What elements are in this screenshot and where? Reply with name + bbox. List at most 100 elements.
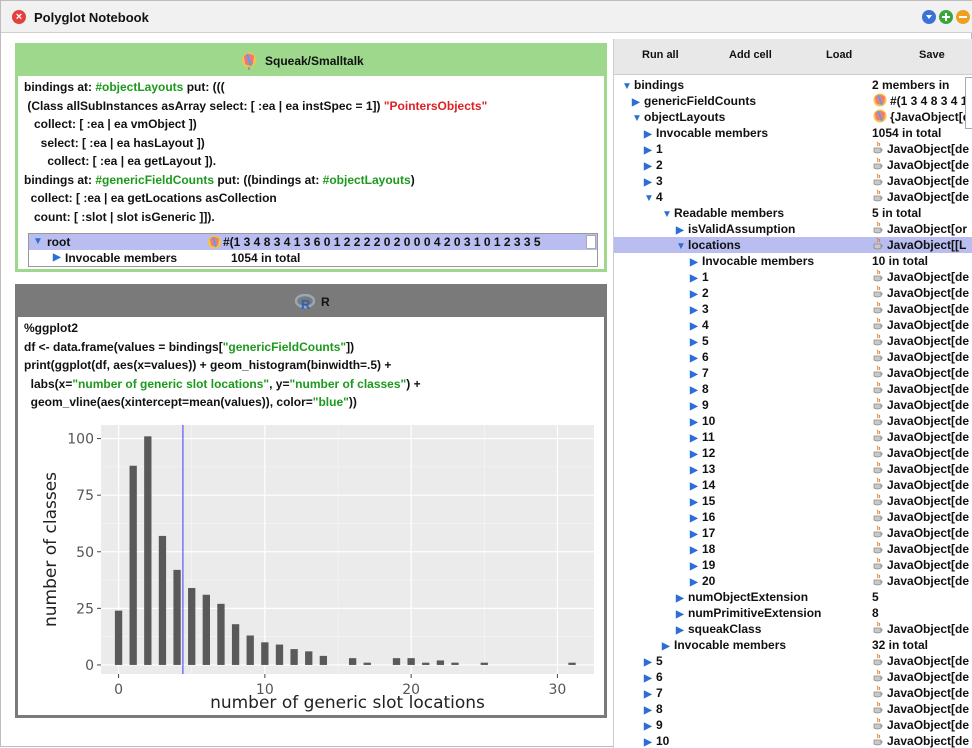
- histogram-bar: [348, 658, 357, 665]
- tree-row[interactable]: ▶ 10 JavaObject[de: [614, 733, 972, 748]
- y-tick-label: 100: [67, 432, 94, 448]
- tree-node-value-text: JavaObject[or: [887, 222, 968, 236]
- tree-node-value-text: JavaObject[de: [887, 286, 970, 300]
- tree-row[interactable]: ▶ Invocable members 32 in total: [614, 637, 972, 653]
- tree-row[interactable]: ▶ Invocable members 10 in total: [614, 253, 972, 269]
- tree-row[interactable]: ▶ numObjectExtension 5: [614, 589, 972, 605]
- tree-node-text: isValidAssumption: [688, 222, 796, 236]
- tree-row[interactable]: ▶ 5 JavaObject[de: [614, 653, 972, 669]
- result-inspector[interactable]: ▼ root #(1 3 4 8 3 4 1 3 6 0 1 2 2 2 2 0…: [28, 233, 598, 267]
- r-code-token: labs(x=: [24, 376, 73, 391]
- inspector-child-row[interactable]: ▶ Invocable members 1054 in total: [29, 250, 597, 266]
- tree-node-value: JavaObject[de: [872, 173, 969, 189]
- java-cup-icon: [873, 685, 883, 698]
- tree-node-text: objectLayouts: [644, 110, 726, 124]
- tree-row[interactable]: ▶ 11 JavaObject[de: [614, 429, 972, 445]
- tree-row[interactable]: ▶ 4 JavaObject[de: [614, 317, 972, 333]
- tree-row[interactable]: ▶ 15 JavaObject[de: [614, 493, 972, 509]
- tree-row[interactable]: ▼ 4 JavaObject[de: [614, 189, 972, 205]
- tree-row[interactable]: ▶ 13 JavaObject[de: [614, 461, 972, 477]
- tree-scrollbar[interactable]: [965, 77, 972, 129]
- run-all-button[interactable]: Run all: [642, 49, 679, 61]
- tree-row[interactable]: ▼ Readable members 5 in total: [614, 205, 972, 221]
- histogram-bar: [480, 662, 488, 665]
- r-cell-header: R R: [18, 287, 604, 317]
- tree-node-value: JavaObject[de: [872, 525, 969, 541]
- tree-row[interactable]: ▶ 1 JavaObject[de: [614, 269, 972, 285]
- tree-row[interactable]: ▶ 12 JavaObject[de: [614, 445, 972, 461]
- tree-row[interactable]: ▶ 2 JavaObject[de: [614, 157, 972, 173]
- tree-row[interactable]: ▶ 14 JavaObject[de: [614, 477, 972, 493]
- tree-row[interactable]: ▼ locations JavaObject[[L: [614, 237, 972, 253]
- r-cell[interactable]: R R %ggplot2 df <- data.frame(values = bi…: [15, 284, 607, 718]
- squeak-code-token: #objectLayouts: [322, 172, 411, 187]
- tree-node-value: #(1 3 4 8 3 4 1: [872, 93, 967, 109]
- tree-row[interactable]: ▶ 10 JavaObject[de: [614, 413, 972, 429]
- java-cup-icon: [873, 157, 883, 170]
- tree-row[interactable]: ▶ 20 JavaObject[de: [614, 573, 972, 589]
- tree-row[interactable]: ▶ 16 JavaObject[de: [614, 509, 972, 525]
- tree-node-value-text: JavaObject[de: [887, 670, 970, 684]
- inspector-scrollbar[interactable]: [586, 235, 596, 249]
- tree-row[interactable]: ▶ 7 JavaObject[de: [614, 685, 972, 701]
- tree-row[interactable]: ▶ 8 JavaObject[de: [614, 701, 972, 717]
- tree-row[interactable]: ▶ 2 JavaObject[de: [614, 285, 972, 301]
- tree-row[interactable]: ▶ 3 JavaObject[de: [614, 301, 972, 317]
- tree-row[interactable]: ▶ numPrimitiveExtension 8: [614, 605, 972, 621]
- tree-node-value-text: JavaObject[de: [887, 174, 970, 188]
- java-cup-icon: [873, 621, 883, 634]
- r-logo-icon: R: [295, 294, 315, 310]
- r-code-editor[interactable]: %ggplot2 df <- data.frame(values = bindin…: [24, 319, 421, 412]
- add-cell-button[interactable]: Add cell: [729, 49, 772, 61]
- tree-row[interactable]: ▼ bindings 2 members in: [614, 77, 972, 93]
- tree-row[interactable]: ▶ 6 JavaObject[de: [614, 669, 972, 685]
- bindings-inspector-pane[interactable]: Run all Add cell Load Save ▼ bindings 2 me…: [613, 39, 972, 748]
- load-button[interactable]: Load: [826, 49, 852, 61]
- squeak-code-editor[interactable]: bindings at: #objectLayouts put: ((( (Cl…: [24, 78, 487, 226]
- tree-node-text: 9: [702, 398, 709, 412]
- collapse-icon[interactable]: [922, 10, 936, 24]
- tree-node-value-text: JavaObject[de: [887, 158, 970, 172]
- tree-row[interactable]: ▶ 19 JavaObject[de: [614, 557, 972, 573]
- squeak-balloon-icon: [242, 52, 256, 70]
- tree-row[interactable]: ▼ objectLayouts {JavaObject[d: [614, 109, 972, 125]
- tree-row[interactable]: ▶ 8 JavaObject[de: [614, 381, 972, 397]
- java-cup-icon: [873, 653, 883, 666]
- tree-row[interactable]: ▶ Invocable members 1054 in total: [614, 125, 972, 141]
- tree-row[interactable]: ▶ isValidAssumption JavaObject[or: [614, 221, 972, 237]
- collapsed-triangle-icon[interactable]: ▶: [644, 735, 656, 748]
- tree-row[interactable]: ▶ 7 JavaObject[de: [614, 365, 972, 381]
- tree-node-value-text: JavaObject[de: [887, 686, 970, 700]
- squeak-object-icon: [873, 93, 887, 107]
- histogram-bar: [246, 635, 254, 665]
- close-icon[interactable]: ×: [12, 10, 26, 24]
- tree-node-value-text: JavaObject[de: [887, 318, 970, 332]
- minimize-icon[interactable]: [956, 10, 970, 24]
- tree-row[interactable]: ▶ genericFieldCounts #(1 3 4 8 3 4 1: [614, 93, 972, 109]
- java-cup-icon: [873, 189, 883, 202]
- tree-row[interactable]: ▶ 9 JavaObject[de: [614, 397, 972, 413]
- tree-row[interactable]: ▶ 18 JavaObject[de: [614, 541, 972, 557]
- tree-row[interactable]: ▶ 5 JavaObject[de: [614, 333, 972, 349]
- tree-row[interactable]: ▶ 9 JavaObject[de: [614, 717, 972, 733]
- bindings-tree[interactable]: ▼ bindings 2 members in ▶ genericFieldCounts…: [614, 77, 972, 748]
- java-cup-icon: [873, 429, 883, 442]
- squeak-code-line: count: [ :slot | slot isGeneric ]]).: [24, 208, 487, 227]
- tree-row[interactable]: ▶ 3 JavaObject[de: [614, 173, 972, 189]
- tree-node-value: JavaObject[de: [872, 733, 969, 748]
- expand-icon[interactable]: [939, 10, 953, 24]
- tree-node-value-text: JavaObject[de: [887, 430, 970, 444]
- squeak-cell[interactable]: Squeak/Smalltalk bindings at: #objectLay…: [15, 43, 607, 272]
- tree-row[interactable]: ▶ 1 JavaObject[de: [614, 141, 972, 157]
- java-cup-icon: [873, 509, 883, 522]
- save-button[interactable]: Save: [919, 49, 945, 61]
- notebook-toolbar: Run all Add cell Load Save: [614, 39, 972, 75]
- r-code-token: ]): [346, 339, 355, 354]
- java-cup-icon: [873, 525, 883, 538]
- tree-node-text: 10: [656, 734, 670, 748]
- tree-row[interactable]: ▶ 6 JavaObject[de: [614, 349, 972, 365]
- tree-row[interactable]: ▶ squeakClass JavaObject[de: [614, 621, 972, 637]
- inspector-root-row[interactable]: ▼ root #(1 3 4 8 3 4 1 3 6 0 1 2 2 2 2 0…: [29, 234, 597, 250]
- tree-row[interactable]: ▶ 17 JavaObject[de: [614, 525, 972, 541]
- tree-node-value-text: #(1 3 4 8 3 4 1: [890, 94, 968, 108]
